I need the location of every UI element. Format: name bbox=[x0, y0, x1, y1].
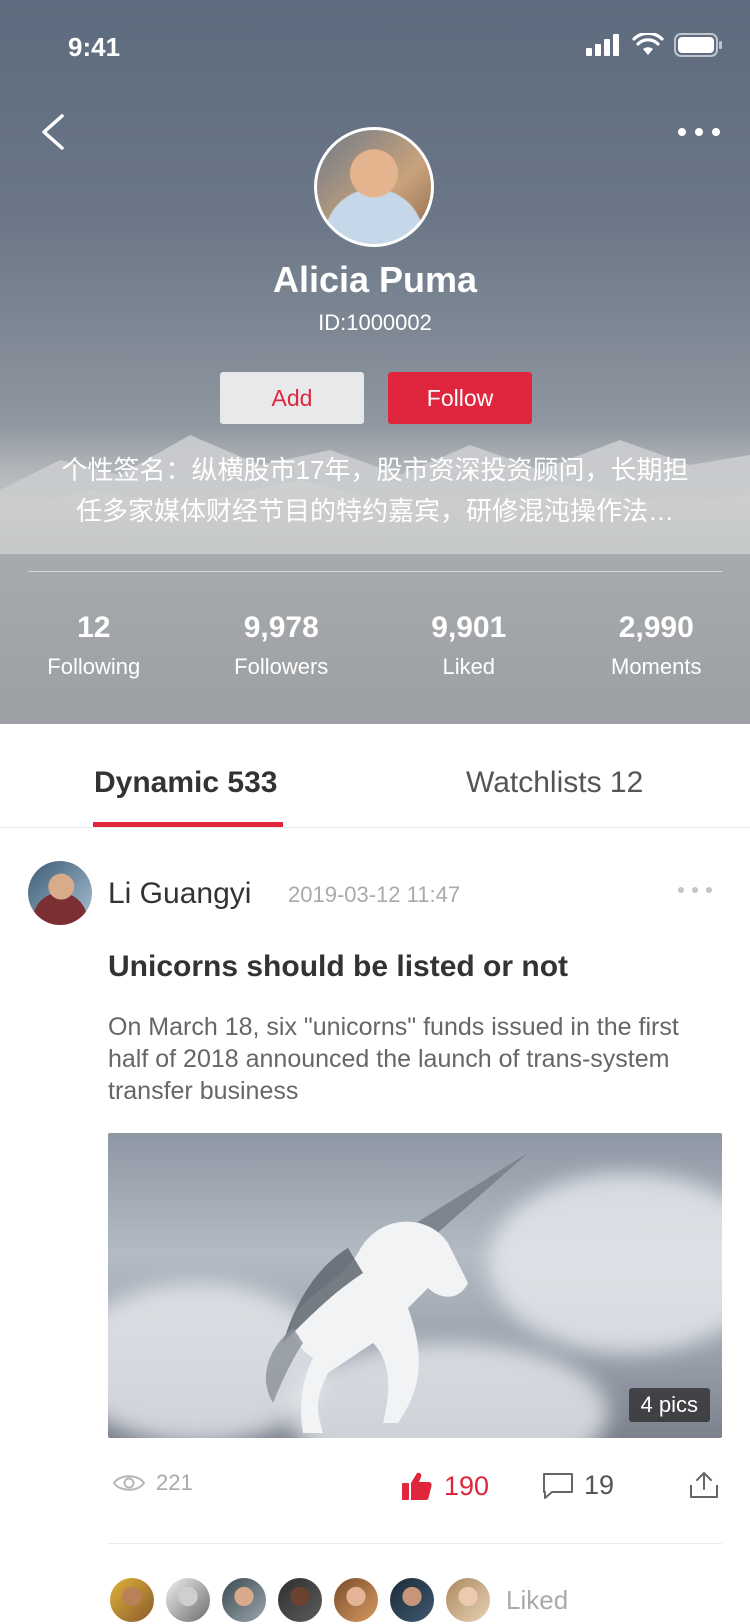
add-button[interactable]: Add bbox=[220, 372, 364, 424]
profile-stats: 12 Following 9,978 Followers 9,901 Liked… bbox=[0, 608, 750, 680]
profile-avatar[interactable] bbox=[314, 127, 434, 247]
stat-label: Followers bbox=[234, 654, 329, 679]
liker-avatar[interactable] bbox=[332, 1576, 380, 1624]
stat-value: 12 bbox=[77, 611, 111, 644]
liker-avatar[interactable] bbox=[164, 1576, 212, 1624]
bio-line: 个性签名：纵横股市17年，股市资深投资顾问，长期担 bbox=[61, 455, 689, 485]
stat-label: Moments bbox=[611, 654, 702, 679]
profile-header: 9:41 Alicia Puma ID:1000002 Add Follow 个… bbox=[0, 0, 750, 724]
comments-value: 19 bbox=[584, 1470, 615, 1500]
post-time: 2019-03-12 11:47 bbox=[288, 882, 461, 907]
stat-following[interactable]: 12 Following bbox=[0, 608, 188, 680]
tab-dynamic[interactable]: Dynamic 533 bbox=[94, 766, 277, 800]
status-icons bbox=[586, 33, 722, 57]
comment-icon bbox=[543, 1472, 573, 1499]
post-title[interactable]: Unicorns should be listed or not bbox=[108, 950, 568, 984]
views-count: 221 bbox=[112, 1470, 193, 1496]
likes-value: 190 bbox=[444, 1470, 490, 1501]
pics-count-badge: 4 pics bbox=[628, 1388, 710, 1422]
profile-bio: 个性签名：纵横股市17年，股市资深投资顾问，长期担 任多家媒体财经节目的特约嘉宾… bbox=[36, 450, 714, 532]
stat-label: Liked bbox=[442, 654, 496, 679]
views-value: 221 bbox=[156, 1470, 193, 1495]
back-icon[interactable] bbox=[36, 110, 76, 154]
like-button[interactable]: 190 bbox=[400, 1470, 489, 1502]
signal-icon bbox=[586, 34, 619, 56]
stat-label: Following bbox=[47, 654, 141, 679]
wifi-icon bbox=[632, 33, 664, 55]
comment-button[interactable]: 19 bbox=[542, 1470, 614, 1501]
stat-followers[interactable]: 9,978 Followers bbox=[188, 608, 376, 680]
liker-avatar[interactable] bbox=[444, 1576, 492, 1624]
follow-button[interactable]: Follow bbox=[388, 372, 532, 424]
post-actions: 221 190 19 bbox=[108, 1470, 722, 1514]
post-author[interactable]: Li Guangyi bbox=[108, 877, 251, 911]
share-button[interactable] bbox=[688, 1470, 720, 1500]
thumbs-up-icon bbox=[402, 1472, 432, 1500]
battery-icon bbox=[674, 33, 722, 57]
header-divider bbox=[28, 571, 722, 572]
liker-avatar[interactable] bbox=[388, 1576, 436, 1624]
liked-label: Liked bbox=[506, 1584, 569, 1615]
bio-line: 任多家媒体财经节目的特约嘉宾，研修混沌操作法… bbox=[75, 496, 674, 526]
stat-liked[interactable]: 9,901 Liked bbox=[375, 608, 563, 680]
post-divider bbox=[108, 1543, 722, 1544]
post-more-icon[interactable] bbox=[678, 887, 712, 893]
post-author-avatar[interactable] bbox=[28, 861, 92, 925]
content-tabs: Dynamic 533 Watchlists 12 bbox=[0, 740, 750, 828]
stat-moments[interactable]: 2,990 Moments bbox=[563, 608, 750, 680]
share-icon bbox=[690, 1472, 718, 1498]
stat-value: 9,978 bbox=[243, 611, 319, 644]
stat-value: 9,901 bbox=[431, 611, 507, 644]
stat-value: 2,990 bbox=[618, 611, 694, 644]
tab-watchlists[interactable]: Watchlists 12 bbox=[466, 766, 643, 800]
liker-avatar[interactable] bbox=[108, 1576, 156, 1624]
profile-id: ID:1000002 bbox=[318, 310, 432, 335]
liker-avatar[interactable] bbox=[220, 1576, 268, 1624]
liker-avatar[interactable] bbox=[276, 1576, 324, 1624]
more-icon[interactable] bbox=[674, 118, 724, 146]
eye-icon bbox=[112, 1475, 146, 1491]
post-summary[interactable]: On March 18, six "unicorns" funds issued… bbox=[108, 1011, 722, 1107]
status-time: 9:41 bbox=[68, 32, 121, 62]
liked-by-row[interactable]: Liked bbox=[108, 1576, 568, 1624]
profile-name: Alicia Puma bbox=[272, 259, 478, 300]
active-tab-indicator bbox=[93, 822, 283, 827]
status-bar: 9:41 bbox=[0, 0, 750, 92]
post-image[interactable]: 4 pics bbox=[108, 1133, 722, 1438]
